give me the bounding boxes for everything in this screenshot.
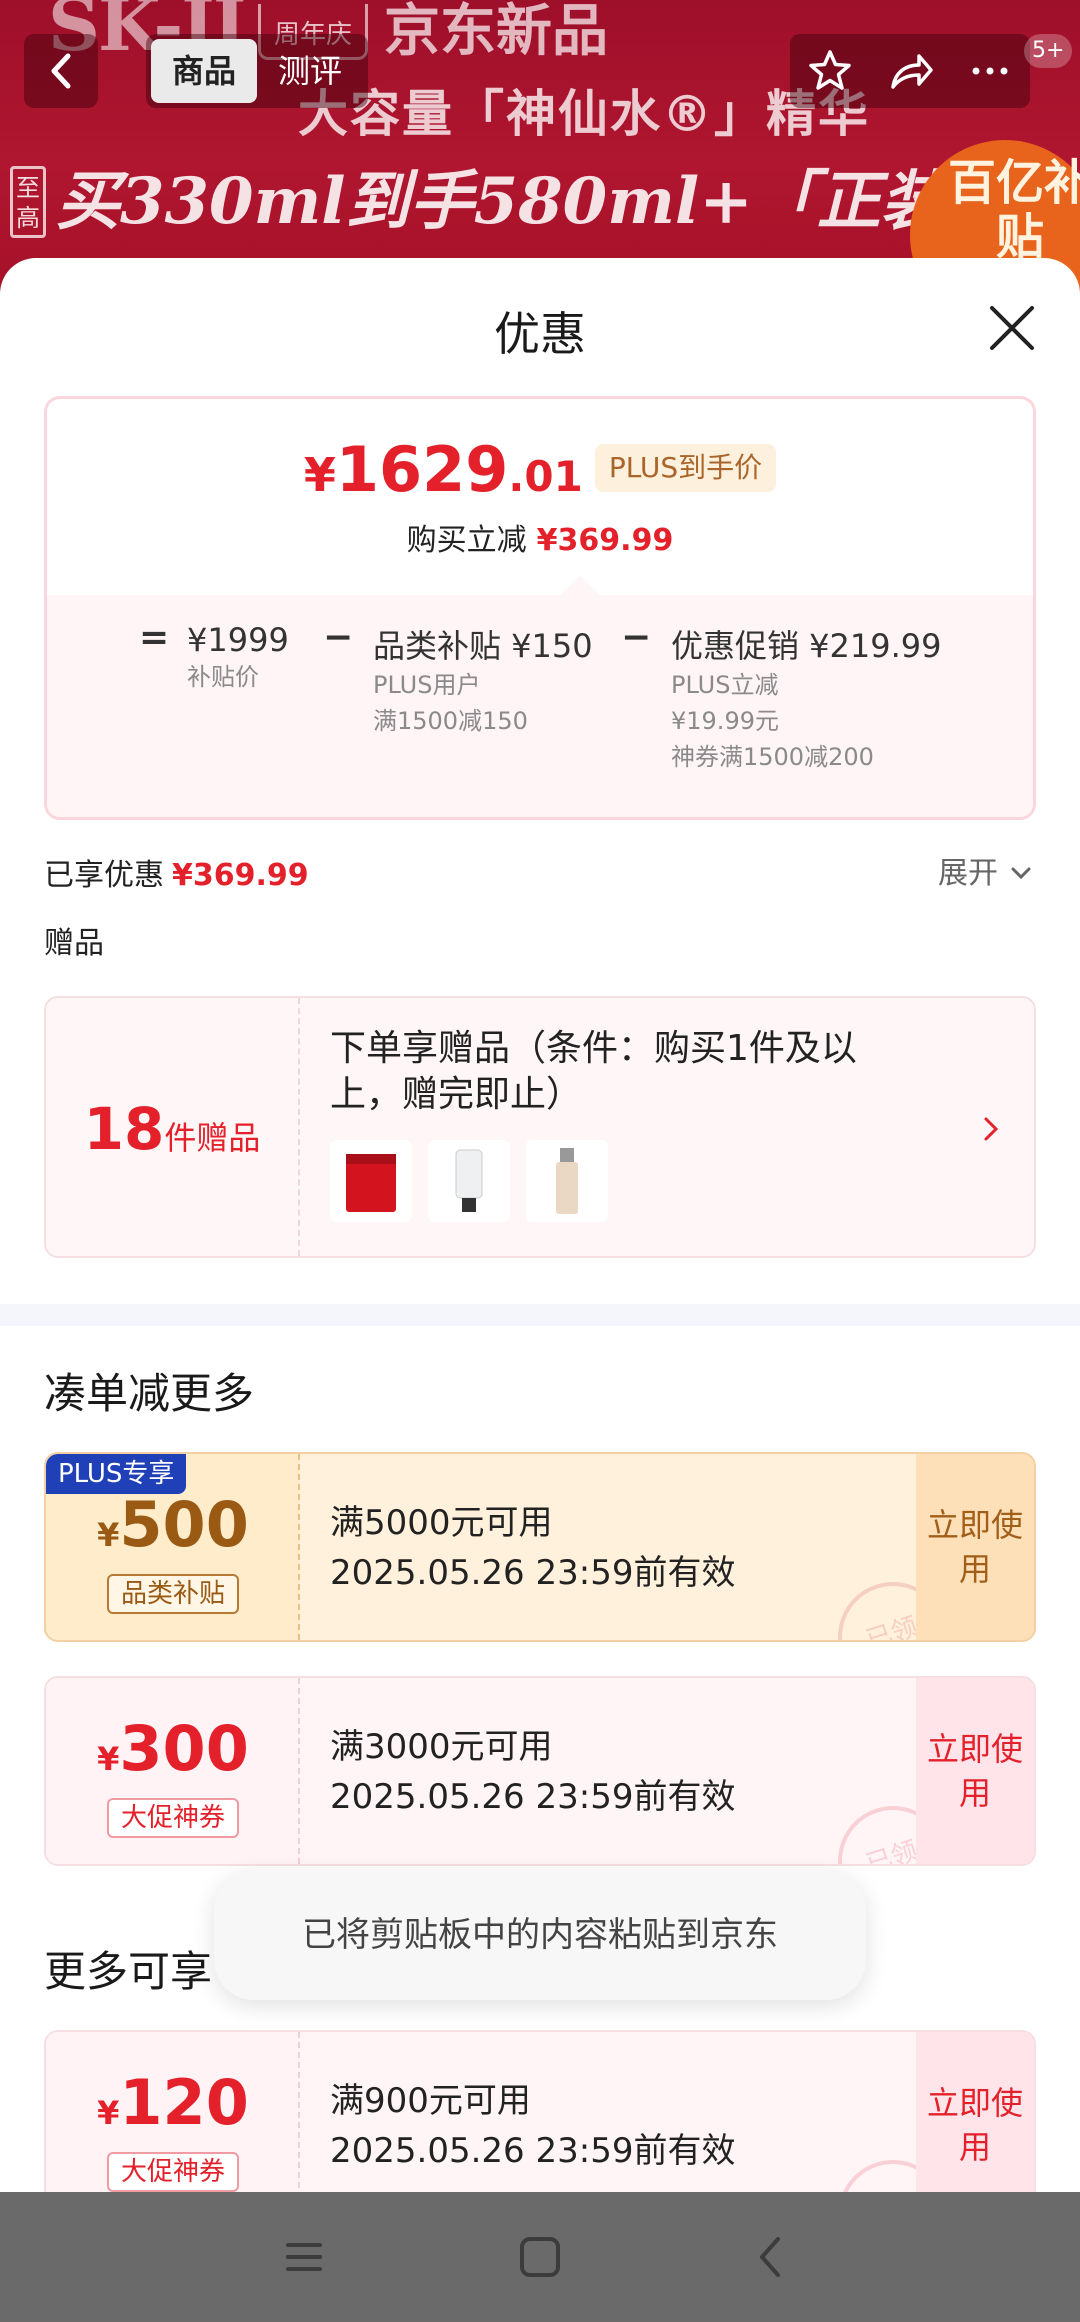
- enjoyed-label: 已享优惠: [44, 858, 164, 893]
- gift-count: 18件赠品: [46, 998, 300, 1256]
- plus-price-tag: PLUS到手价: [594, 444, 777, 492]
- final-price: ¥1629.01 PLUS到手价: [47, 433, 1033, 506]
- gift-thumbnails: [330, 1140, 608, 1222]
- formula-category-subsidy: 品类补贴 ¥150 PLUS用户 满1500减150: [373, 621, 593, 739]
- coupon-info: 满5000元可用 2025.05.26 23:59前有效: [330, 1498, 735, 1598]
- chevron-right-icon: [984, 1117, 999, 1141]
- coupon-currency: ¥: [97, 1516, 120, 1554]
- sheet-title: 优惠: [494, 307, 586, 361]
- toolbar-actions: [790, 34, 1030, 108]
- gift-box-image: [330, 1140, 412, 1222]
- price-formula: = ¥1999 补贴价 − 品类补贴 ¥150 PLUS用户 满1500减150…: [47, 595, 1033, 817]
- base-price: ¥1999: [187, 621, 289, 659]
- coupon-currency: ¥: [97, 1740, 120, 1778]
- coupon-currency: ¥: [97, 2094, 120, 2132]
- more-icon[interactable]: [966, 47, 1014, 95]
- menu-icon[interactable]: [274, 2227, 334, 2287]
- price-integer: 1629: [335, 433, 509, 506]
- coupon-amount-number: 300: [119, 1712, 249, 1785]
- coupon-type-tag: 品类补贴: [107, 1574, 239, 1614]
- reduce-label: 购买立减: [406, 523, 527, 558]
- category-subsidy-user: PLUS用户: [373, 671, 481, 699]
- gift-card[interactable]: 18件赠品 下单享赠品（条件：购买1件及以上，赠完即止）: [44, 996, 1036, 1258]
- equals-sign: =: [139, 617, 170, 658]
- reduce-value: ¥369.99: [536, 523, 674, 558]
- banner-promo: 买330ml到手580ml+「正装量: [56, 164, 1009, 239]
- price-currency: ¥: [303, 448, 336, 502]
- close-icon[interactable]: [984, 300, 1040, 356]
- system-nav-bar: [0, 2192, 1080, 2322]
- notification-badge: 5+: [1024, 34, 1073, 68]
- share-icon[interactable]: [885, 47, 935, 95]
- coupon-card: ¥120 大促神券 满900元可用 2025.05.26 23:59前有效 已领…: [44, 2030, 1036, 2192]
- coupon-type-tag: 大促神券: [107, 1798, 239, 1838]
- promotion-coupon: 神券满1500减200: [671, 743, 874, 771]
- category-subsidy-title: 品类补贴 ¥150: [373, 627, 593, 665]
- clipboard-toast: 已将剪贴板中的内容粘贴到京东: [214, 1870, 866, 2000]
- minus-sign: −: [323, 617, 354, 658]
- base-price-label: 补贴价: [187, 663, 259, 691]
- category-subsidy-rule: 满1500减150: [373, 707, 528, 735]
- plus-exclusive-flag: PLUS专享: [46, 1454, 187, 1494]
- back-icon[interactable]: [740, 2227, 800, 2287]
- more-section-title: 更多可享: [44, 1947, 213, 1996]
- coupon-amount: ¥300: [46, 1712, 300, 1785]
- coupon-info: 满3000元可用 2025.05.26 23:59前有效: [330, 1722, 735, 1822]
- product-tabs: 商品 测评: [146, 34, 368, 108]
- gift-description: 下单享赠品（条件：购买1件及以上，赠完即止）: [330, 1028, 857, 1115]
- expand-label: 展开: [938, 856, 998, 891]
- coupon-expiry: 2025.05.26 23:59前有效: [330, 1553, 736, 1593]
- section-divider: [0, 1304, 1080, 1326]
- tab-product[interactable]: 商品: [151, 39, 257, 103]
- home-icon[interactable]: [510, 2227, 570, 2287]
- price-breakdown-card: ¥1629.01 PLUS到手价 购买立减 ¥369.99 = ¥1999 补贴价 …: [44, 396, 1036, 820]
- top-nav-bar: 商品 测评 5+: [0, 34, 1080, 108]
- formula-promotion: 优惠促销 ¥219.99 PLUS立减 ¥19.99元 神券满1500减200: [671, 621, 942, 775]
- coupon-condition: 满3000元可用: [330, 1727, 553, 1767]
- instant-reduction: 购买立减 ¥369.99: [47, 515, 1033, 559]
- coupon-amount: ¥120: [46, 2066, 300, 2139]
- promotion-plus: PLUS立减: [671, 671, 779, 699]
- enjoyed-value: ¥369.99: [172, 858, 309, 893]
- coupon-amount: ¥500: [46, 1488, 300, 1561]
- price-decimal: .01: [508, 452, 583, 501]
- gift-bottle-image: [526, 1140, 608, 1222]
- coupon-condition: 满900元可用: [330, 2081, 531, 2121]
- use-now-button[interactable]: 立即使用: [916, 2032, 1034, 2192]
- star-icon[interactable]: [806, 47, 854, 95]
- coupon-info: 满900元可用 2025.05.26 23:59前有效: [330, 2076, 735, 2176]
- coupon-amount-number: 120: [119, 2066, 249, 2139]
- coupon-card: ¥300 大促神券 满3000元可用 2025.05.26 23:59前有效 已…: [44, 1676, 1036, 1866]
- gift-tube-image: [428, 1140, 510, 1222]
- coupon-value: ¥300 大促神券: [46, 1678, 300, 1864]
- promotion-title: 优惠促销 ¥219.99: [671, 627, 942, 665]
- stack-section-title: 凑单减更多: [44, 1369, 255, 1418]
- chevron-down-icon: [1011, 867, 1031, 880]
- promotion-plus-value: ¥19.99元: [671, 707, 779, 735]
- gift-count-number: 18: [83, 1095, 165, 1163]
- use-now-button[interactable]: 立即使用: [916, 1678, 1034, 1864]
- tab-review[interactable]: 测评: [257, 39, 363, 103]
- gift-section-label: 赠品: [44, 926, 104, 961]
- chevron-left-icon: [51, 53, 71, 89]
- coupon-expiry: 2025.05.26 23:59前有效: [330, 1777, 736, 1817]
- expand-button[interactable]: 展开: [938, 848, 1034, 892]
- gift-count-unit: 件赠品: [164, 1119, 261, 1157]
- price-summary: ¥1629.01 PLUS到手价 购买立减 ¥369.99: [47, 399, 1033, 595]
- enjoyed-discount: 已享优惠 ¥369.99: [44, 850, 309, 894]
- coupon-amount-number: 500: [119, 1488, 249, 1561]
- coupon-card: ¥500 品类补贴 PLUS专享 满5000元可用 2025.05.26 23:…: [44, 1452, 1036, 1642]
- use-now-button[interactable]: 立即使用: [916, 1454, 1034, 1640]
- coupon-expiry: 2025.05.26 23:59前有效: [330, 2131, 736, 2171]
- coupon-condition: 满5000元可用: [330, 1503, 553, 1543]
- minus-sign: −: [621, 617, 652, 658]
- banner-tag: 至高: [10, 166, 46, 238]
- coupon-value: ¥120 大促神券: [46, 2032, 300, 2192]
- coupon-type-tag: 大促神券: [107, 2152, 239, 2192]
- back-button[interactable]: [24, 34, 98, 108]
- formula-base: ¥1999 补贴价: [187, 621, 289, 695]
